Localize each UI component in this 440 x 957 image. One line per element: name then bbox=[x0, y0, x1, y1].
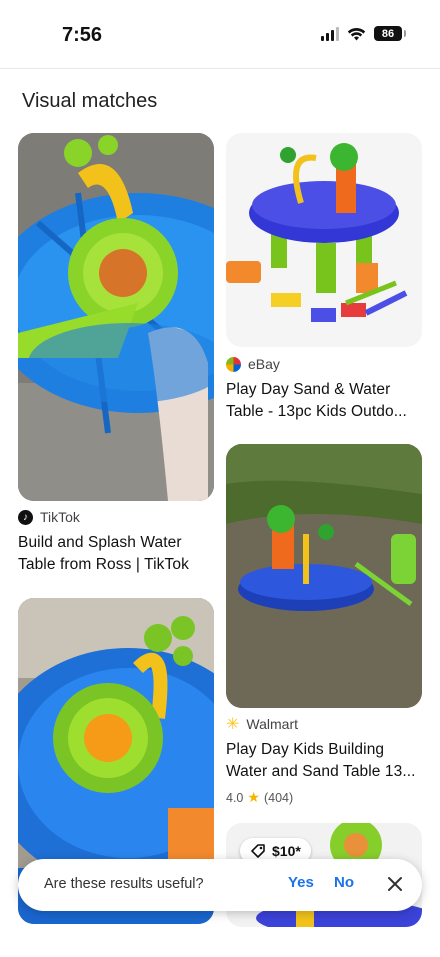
result-title[interactable]: Play Day Sand & Water Table - 13pc Kids … bbox=[226, 379, 426, 423]
feedback-no-button[interactable]: No bbox=[334, 874, 354, 891]
result-title-line: Build and Splash Water bbox=[18, 534, 182, 551]
feedback-yes-button[interactable]: Yes bbox=[288, 874, 314, 891]
header-divider bbox=[0, 68, 440, 69]
tiktok-icon: ♪ bbox=[18, 509, 33, 525]
result-title-line: Table from Ross | TikTok bbox=[18, 556, 189, 573]
result-rating: 4.0 ★ (404) bbox=[226, 789, 293, 806]
source-label: Walmart bbox=[246, 716, 298, 732]
rating-count: (404) bbox=[263, 790, 294, 805]
result-title-line: Play Day Kids Building bbox=[226, 741, 385, 758]
source-label: eBay bbox=[248, 356, 280, 372]
status-time: 7:56 bbox=[62, 24, 103, 46]
feedback-bar: Are these results useful? Yes No bbox=[18, 859, 422, 911]
result-image-ebay[interactable] bbox=[226, 133, 422, 347]
battery-icon: 86 bbox=[374, 26, 406, 41]
result-image-tiktok[interactable] bbox=[18, 133, 214, 501]
result-source[interactable]: eBay bbox=[226, 356, 280, 372]
result-title-line: Water and Sand Table 13... bbox=[226, 763, 416, 780]
star-icon: ★ bbox=[247, 789, 260, 805]
walmart-icon: ✳ bbox=[226, 715, 240, 733]
result-title-line: Play Day Sand & Water bbox=[226, 381, 391, 398]
rating-value: 4.0 bbox=[226, 790, 244, 805]
feedback-question: Are these results useful? bbox=[44, 876, 204, 892]
result-source[interactable]: ✳ Walmart bbox=[226, 716, 298, 732]
cellular-signal-icon bbox=[321, 26, 339, 41]
result-image-walmart[interactable] bbox=[226, 444, 422, 708]
ebay-icon bbox=[226, 356, 241, 372]
result-title-line: Table - 13pc Kids Outdo... bbox=[226, 403, 407, 420]
result-source[interactable]: ♪ TikTok bbox=[18, 509, 80, 525]
price-tag-icon bbox=[251, 844, 265, 858]
source-label: TikTok bbox=[40, 509, 80, 525]
result-title[interactable]: Play Day Kids Building Water and Sand Ta… bbox=[226, 739, 426, 783]
status-icons: 86 bbox=[321, 26, 406, 41]
result-title[interactable]: Build and Splash Water Table from Ross |… bbox=[18, 532, 218, 576]
price-value: $10* bbox=[272, 843, 301, 859]
wifi-icon bbox=[347, 27, 366, 40]
section-title: Visual matches bbox=[22, 90, 158, 112]
close-icon[interactable] bbox=[384, 873, 406, 895]
status-bar: 7:56 86 bbox=[0, 0, 440, 68]
